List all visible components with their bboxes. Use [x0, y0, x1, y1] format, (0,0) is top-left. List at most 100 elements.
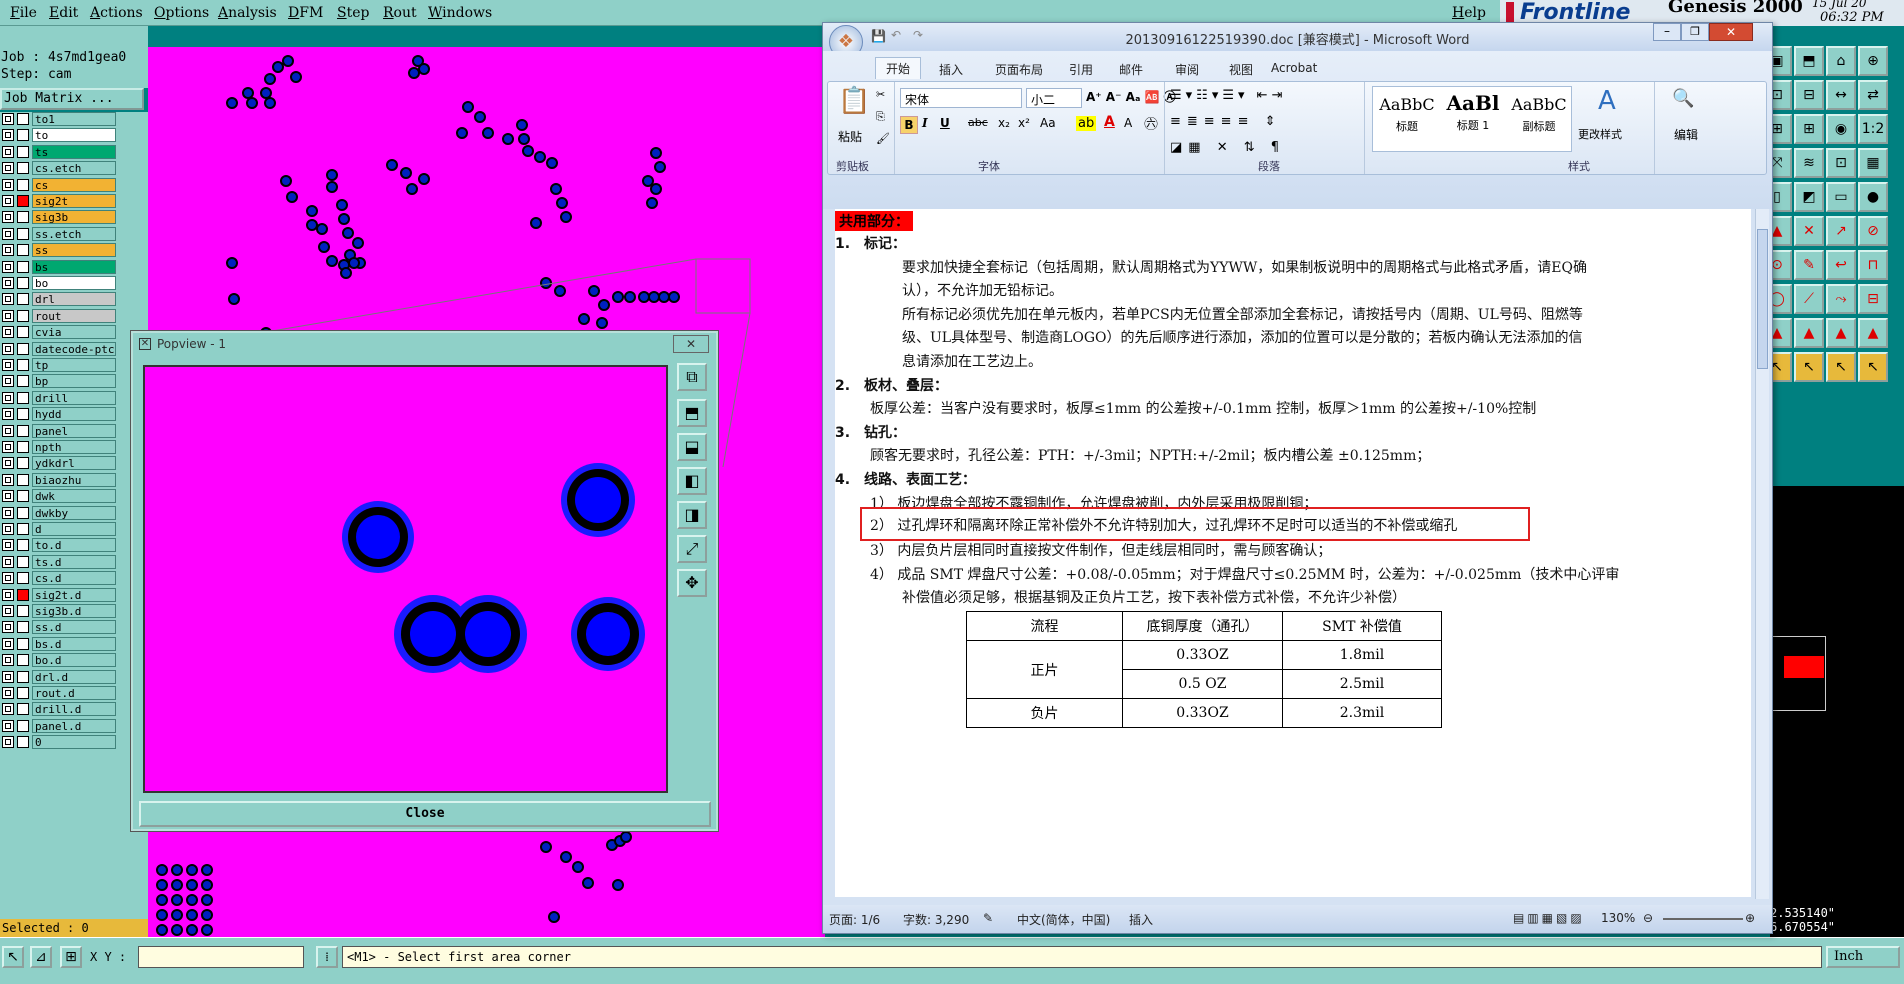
layer-checkbox[interactable]	[2, 146, 14, 158]
scale-icon[interactable]: 1:2	[1858, 114, 1888, 144]
popview-title-bar[interactable]: ✕ Popview - 1 ✕	[133, 333, 716, 357]
pointer-tool-icon[interactable]: ↖	[2, 946, 24, 968]
layer-checkbox[interactable]	[2, 605, 14, 617]
slash-icon[interactable]: ⟋	[1794, 284, 1824, 314]
zoom-out-icon[interactable]: ⊖	[1643, 911, 1653, 925]
language[interactable]: 中文(简体，中国)	[1017, 911, 1110, 928]
layer-work-toggle[interactable]	[17, 179, 29, 191]
mini-map[interactable]	[1770, 486, 1904, 916]
layer-name[interactable]: panel.d	[32, 719, 116, 733]
layer-name[interactable]: d	[32, 522, 116, 536]
layer-row[interactable]: dwkby	[2, 506, 116, 520]
layer-icon[interactable]: ◩	[1794, 182, 1824, 212]
bold-icon[interactable]: B	[900, 116, 918, 134]
view-buttons-icon[interactable]: ▤▥▦▧▨	[1513, 911, 1585, 925]
layer-work-toggle[interactable]	[17, 507, 29, 519]
menu-file[interactable]: File	[10, 5, 37, 21]
layer-name[interactable]: ts	[32, 145, 116, 159]
layer-checkbox[interactable]	[2, 441, 14, 453]
font-name-select[interactable]: 宋体	[900, 88, 1022, 108]
layer-checkbox[interactable]	[2, 490, 14, 502]
layer-work-toggle[interactable]	[17, 359, 29, 371]
paste-icon[interactable]: 📋	[838, 86, 870, 116]
layer-checkbox[interactable]	[2, 244, 14, 256]
layer-name[interactable]: bo	[32, 276, 116, 290]
layer-name[interactable]: ss.etch	[32, 227, 116, 241]
layer-row[interactable]: cs.etch	[2, 161, 116, 175]
layer-checkbox[interactable]	[2, 277, 14, 289]
italic-icon[interactable]: I	[922, 116, 928, 130]
change-case-icon[interactable]: Aa	[1040, 116, 1056, 130]
zoom-home-icon[interactable]: ✥	[677, 569, 707, 597]
measure-tool-icon[interactable]: ⊿	[30, 946, 52, 968]
layer-work-toggle[interactable]	[17, 277, 29, 289]
menu-step[interactable]: Step	[337, 5, 369, 21]
layer-work-toggle[interactable]	[17, 523, 29, 535]
menu-rout[interactable]: Rout	[383, 5, 417, 21]
layer-row[interactable]: bo.d	[2, 653, 116, 667]
layer-name[interactable]: drill	[32, 391, 116, 405]
format-painter-icon[interactable]: 🖌	[876, 132, 890, 145]
layer-work-toggle[interactable]	[17, 343, 29, 355]
grid2-icon[interactable]: ⊞	[1794, 114, 1824, 144]
layer-work-toggle[interactable]	[17, 621, 29, 633]
layer-row[interactable]: tp	[2, 358, 116, 372]
layer-name[interactable]: ts.d	[32, 555, 116, 569]
cut-icon[interactable]: ✂	[876, 88, 885, 101]
layer-row[interactable]: to1	[2, 112, 116, 126]
arc-icon[interactable]: ⊓	[1858, 250, 1888, 280]
layer-row[interactable]: panel.d	[2, 719, 116, 733]
layer-row[interactable]: ydkdrl	[2, 456, 116, 470]
layer-checkbox[interactable]	[2, 671, 14, 683]
layer-work-toggle[interactable]	[17, 638, 29, 650]
layer-name[interactable]: rout	[32, 309, 116, 323]
word-count[interactable]: 字数: 3,290	[903, 911, 969, 928]
menu-analysis[interactable]: Analysis	[218, 5, 277, 21]
layer-work-toggle[interactable]	[17, 654, 29, 666]
layer-row[interactable]: sig2t	[2, 194, 116, 208]
layer-checkbox[interactable]	[2, 425, 14, 437]
layer-row[interactable]: rout	[2, 309, 116, 323]
layer-name[interactable]: hydd	[32, 407, 116, 421]
layer-name[interactable]: bs	[32, 260, 116, 274]
layer-name[interactable]: dwkby	[32, 506, 116, 520]
subscript-icon[interactable]: x₂	[998, 116, 1010, 130]
maximize-icon[interactable]: ❐	[1681, 23, 1709, 41]
layer-checkbox[interactable]	[2, 474, 14, 486]
layer-name[interactable]: rout.d	[32, 686, 116, 700]
layer-work-toggle[interactable]	[17, 162, 29, 174]
layer-checkbox[interactable]	[2, 129, 14, 141]
ribbon-tab[interactable]: 邮件	[1119, 61, 1143, 78]
layer-name[interactable]: cs.etch	[32, 161, 116, 175]
layer-row[interactable]: to.d	[2, 538, 116, 552]
cursor4-icon[interactable]: ↖	[1858, 352, 1888, 382]
enclose-char-icon[interactable]: ㊅	[1144, 114, 1158, 134]
pan-right-icon[interactable]: ◨	[677, 501, 707, 529]
cursor3-icon[interactable]: ↖	[1826, 352, 1856, 382]
matrix-icon[interactable]: ▦	[1858, 148, 1888, 178]
layer-name[interactable]: to.d	[32, 538, 116, 552]
proofing-icon[interactable]: ✎	[983, 911, 993, 925]
line-icon[interactable]: ▭	[1826, 182, 1856, 212]
layer-row[interactable]: ts	[2, 145, 116, 159]
layer-row[interactable]: npth	[2, 440, 116, 454]
layer-row[interactable]: drl	[2, 292, 116, 306]
menu-actions[interactable]: Actions	[90, 5, 143, 21]
layer-row[interactable]: sig3b.d	[2, 604, 116, 618]
pan-up-icon[interactable]: ⬒	[677, 399, 707, 427]
layer-row[interactable]: bs.d	[2, 637, 116, 651]
layer-row[interactable]: ss.etch	[2, 227, 116, 241]
layer-work-toggle[interactable]	[17, 736, 29, 748]
list-icons[interactable]: ☰▾☷▾☰▾ ⇤⇥	[1170, 88, 1286, 103]
layer-work-toggle[interactable]	[17, 310, 29, 322]
layer-name[interactable]: sig2t.d	[32, 588, 116, 602]
layer-checkbox[interactable]	[2, 638, 14, 650]
arrow-icon[interactable]: ↗	[1826, 216, 1856, 246]
layer-work-toggle[interactable]	[17, 326, 29, 338]
layer-name[interactable]: to	[32, 128, 116, 142]
layer-checkbox[interactable]	[2, 392, 14, 404]
layer-work-toggle[interactable]	[17, 211, 29, 223]
word-title-bar[interactable]: ❖ 💾 ↶ ↷ 20130916122519390.doc [兼容模式] - M…	[823, 23, 1772, 59]
layer-name[interactable]: npth	[32, 440, 116, 454]
pad-icon[interactable]: ●	[1858, 182, 1888, 212]
